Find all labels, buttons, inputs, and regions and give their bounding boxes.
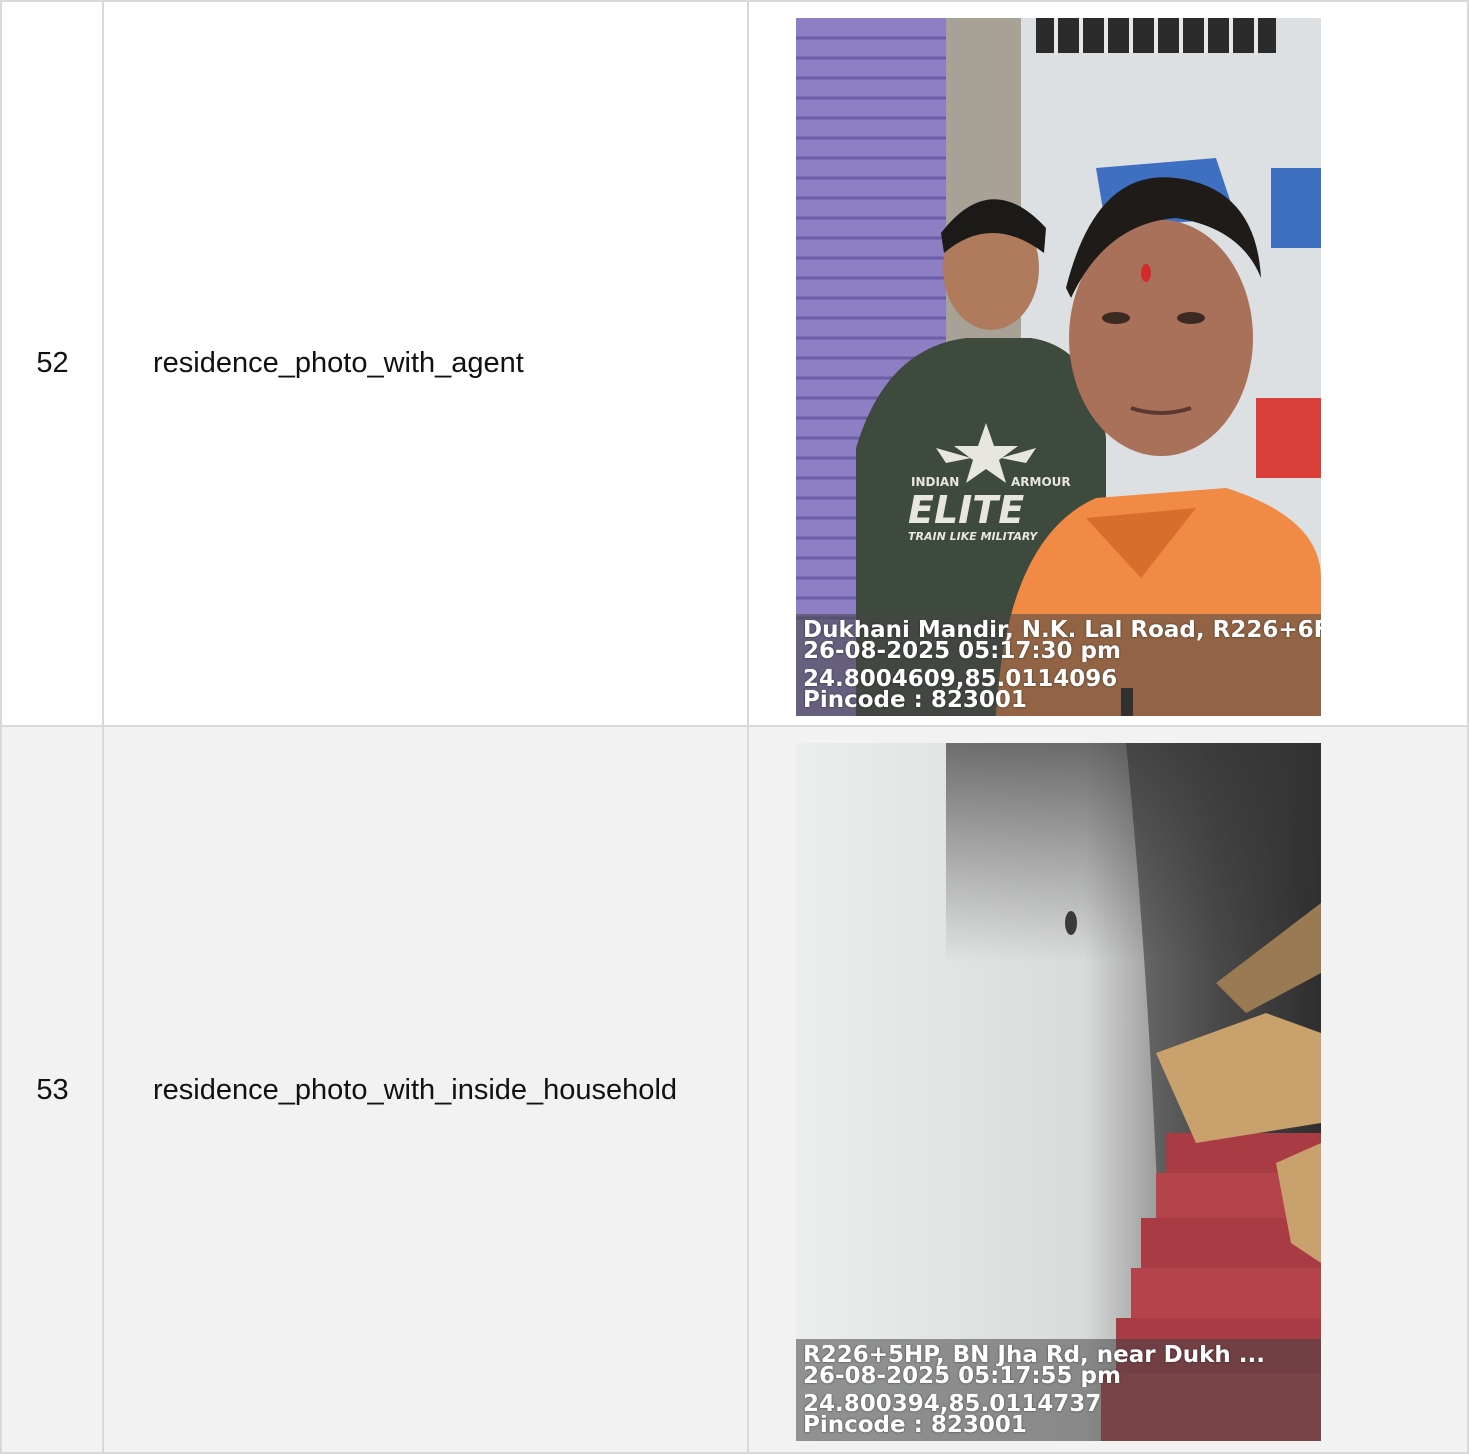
grid-line xyxy=(0,0,1469,2)
residence-photo-inside-household[interactable]: R226+5HP, BN Jha Rd, near Dukh ... 26-08… xyxy=(796,743,1321,1441)
geotag-datetime: 26-08-2025 05:17:55 pm xyxy=(803,1366,1121,1387)
photo-image xyxy=(796,743,1321,1441)
geotag-address: Dukhani Mandir, N.K. Lal Road, R226+6FR,… xyxy=(803,620,1321,641)
field-name: residence_photo_with_agent xyxy=(153,346,524,379)
geotag-pincode: Pincode : 823001 xyxy=(803,690,1027,711)
table-row: 52 residence_photo_with_agent INDIAN ARM… xyxy=(0,0,1469,726)
geotag-coordinates: 24.8004609,85.0114096 xyxy=(803,669,1118,690)
residence-photo-with-agent[interactable]: INDIAN ARMOUR ELITE TRAIN LIKE MILITARY … xyxy=(796,18,1321,716)
row-number: 52 xyxy=(36,346,69,379)
geotag-datetime: 26-08-2025 05:17:30 pm xyxy=(803,641,1121,662)
row-number: 53 xyxy=(36,1074,69,1106)
field-name: residence_photo_with_inside_household xyxy=(153,1074,678,1106)
geotag-address: R226+5HP, BN Jha Rd, near Dukh ... xyxy=(803,1345,1265,1366)
grid-line xyxy=(747,0,749,1454)
shirt-text-bottom: TRAIN LIKE MILITARY xyxy=(908,530,1038,543)
geotag-overlay: R226+5HP, BN Jha Rd, near Dukh ... 26-08… xyxy=(796,1339,1321,1441)
geotag-pincode: Pincode : 823001 xyxy=(803,1415,1027,1436)
table-row: 53 residence_photo_with_inside_household xyxy=(0,727,1469,1454)
shirt-text-left: INDIAN xyxy=(911,475,959,489)
geotag-overlay: Dukhani Mandir, N.K. Lal Road, R226+6FR,… xyxy=(796,614,1321,716)
shirt-text-right: ARMOUR xyxy=(1011,475,1071,489)
shirt-text-main: ELITE xyxy=(908,488,1024,532)
grid-line xyxy=(0,725,1469,727)
photo-image: INDIAN ARMOUR ELITE TRAIN LIKE MILITARY xyxy=(796,18,1321,716)
grid-line xyxy=(0,0,2,1454)
photo-table: 52 residence_photo_with_agent INDIAN ARM… xyxy=(0,0,1469,1454)
grid-line xyxy=(102,0,104,1454)
geotag-coordinates: 24.800394,85.0114737 xyxy=(803,1394,1102,1415)
